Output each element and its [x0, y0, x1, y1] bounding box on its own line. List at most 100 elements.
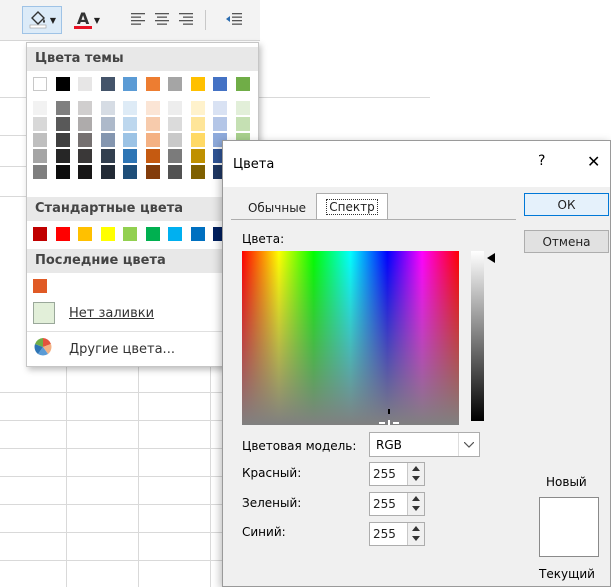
theme-shade-swatch[interactable] [168, 149, 182, 163]
cancel-button[interactable]: Отмена [524, 230, 609, 253]
theme-shade-swatch[interactable] [168, 117, 182, 131]
theme-shade-swatch[interactable] [55, 117, 70, 131]
theme-color-swatch[interactable] [55, 77, 70, 91]
theme-shade-swatch[interactable] [190, 117, 205, 131]
standard-color-swatch[interactable] [190, 227, 205, 241]
close-icon[interactable]: ✕ [587, 152, 600, 171]
theme-shade-swatch[interactable] [123, 117, 137, 131]
standard-color-swatch[interactable] [78, 227, 92, 241]
theme-shade-swatch[interactable] [168, 165, 182, 179]
standard-color-swatch[interactable] [55, 227, 70, 241]
theme-shade-swatch[interactable] [235, 101, 250, 115]
grid-line [0, 532, 222, 533]
theme-color-swatch[interactable] [190, 77, 205, 91]
align-left-button[interactable] [128, 8, 148, 32]
theme-shade-swatch[interactable] [33, 149, 47, 163]
theme-shade-swatch[interactable] [55, 165, 70, 179]
theme-shade-swatch[interactable] [235, 117, 250, 131]
align-right-button[interactable] [176, 8, 196, 32]
theme-shade-swatch[interactable] [55, 133, 70, 147]
theme-shade-swatch[interactable] [33, 101, 47, 115]
theme-shade-swatch[interactable] [78, 101, 92, 115]
theme-shade-swatch[interactable] [123, 133, 137, 147]
fill-color-button[interactable]: ▼ [22, 6, 62, 34]
blue-label: Синий: [242, 525, 286, 539]
theme-shade-swatch[interactable] [145, 133, 160, 147]
standard-color-swatch[interactable] [33, 227, 47, 241]
theme-shade-swatch[interactable] [123, 165, 137, 179]
theme-shade-swatch[interactable] [55, 149, 70, 163]
ok-button[interactable]: ОК [524, 193, 609, 216]
theme-shade-swatch[interactable] [168, 133, 182, 147]
stepper-arrows[interactable] [407, 463, 424, 485]
theme-shade-swatch[interactable] [190, 165, 205, 179]
font-color-button[interactable]: A ▼ [66, 6, 108, 34]
theme-shade-swatch[interactable] [100, 165, 115, 179]
theme-shade-swatch[interactable] [168, 101, 182, 115]
theme-shade-swatch[interactable] [78, 165, 92, 179]
theme-color-swatch[interactable] [145, 77, 160, 91]
theme-shade-swatch[interactable] [78, 117, 92, 131]
red-label: Красный: [242, 466, 302, 480]
color-model-select[interactable]: RGB [369, 432, 480, 457]
spectrum-crosshair[interactable] [379, 409, 399, 425]
theme-shade-swatch[interactable] [190, 133, 205, 147]
standard-color-swatch[interactable] [123, 227, 137, 241]
theme-color-swatch[interactable] [78, 77, 92, 91]
theme-shade-swatch[interactable] [123, 149, 137, 163]
theme-color-swatch[interactable] [168, 77, 182, 91]
grid-line [0, 392, 222, 393]
theme-shade-swatch[interactable] [145, 149, 160, 163]
recent-color-swatch[interactable] [33, 279, 47, 293]
red-stepper[interactable]: 255 [369, 462, 425, 486]
standard-color-swatch[interactable] [145, 227, 160, 241]
grid-line [0, 504, 222, 505]
theme-shade-swatch[interactable] [213, 117, 227, 131]
new-color-label: Новый [546, 475, 587, 489]
theme-color-swatch[interactable] [235, 77, 250, 91]
theme-shade-swatch[interactable] [78, 133, 92, 147]
theme-shade-swatch[interactable] [190, 149, 205, 163]
luminance-slider[interactable] [471, 251, 484, 421]
grid-line [138, 365, 139, 587]
theme-shade-swatch[interactable] [100, 133, 115, 147]
theme-color-swatch[interactable] [123, 77, 137, 91]
slider-arrow-icon[interactable] [487, 253, 495, 263]
color-model-label: Цветовая модель: [242, 439, 357, 453]
grid-line [66, 365, 67, 587]
theme-shade-swatch[interactable] [33, 117, 47, 131]
theme-shade-swatch[interactable] [100, 101, 115, 115]
theme-shade-swatch[interactable] [100, 117, 115, 131]
stepper-arrows[interactable] [407, 523, 424, 545]
theme-shade-swatch[interactable] [145, 117, 160, 131]
blue-stepper[interactable]: 255 [369, 522, 425, 546]
color-preview [539, 497, 599, 557]
theme-shade-swatch[interactable] [190, 101, 205, 115]
theme-shade-swatch[interactable] [33, 133, 47, 147]
theme-shade-swatch[interactable] [213, 101, 227, 115]
standard-color-swatch[interactable] [100, 227, 115, 241]
theme-shade-swatch[interactable] [100, 149, 115, 163]
theme-shade-swatch[interactable] [78, 149, 92, 163]
theme-color-swatch[interactable] [100, 77, 115, 91]
decrease-indent-button[interactable] [214, 8, 254, 32]
help-button[interactable]: ? [538, 153, 545, 169]
theme-shade-swatch[interactable] [33, 165, 47, 179]
align-center-button[interactable] [152, 8, 172, 32]
theme-shade-swatch[interactable] [145, 101, 160, 115]
theme-color-swatch[interactable] [213, 77, 227, 91]
colors-dialog: Цвета ? ✕ Обычные Спектр Цвета: ОК Отмен… [222, 140, 611, 587]
cancel-label: Отмена [542, 234, 591, 249]
standard-color-swatch[interactable] [168, 227, 182, 241]
colors-label: Цвета: [242, 232, 285, 246]
tab-standard[interactable]: Обычные [237, 197, 317, 219]
tab-custom[interactable]: Спектр [316, 193, 388, 219]
theme-color-swatch[interactable] [33, 77, 47, 91]
theme-shade-swatch[interactable] [55, 101, 70, 115]
theme-shade-swatch[interactable] [123, 101, 137, 115]
grid-line [0, 560, 222, 561]
color-spectrum[interactable] [242, 251, 459, 425]
stepper-arrows[interactable] [407, 493, 424, 515]
green-stepper[interactable]: 255 [369, 492, 425, 516]
theme-shade-swatch[interactable] [145, 165, 160, 179]
